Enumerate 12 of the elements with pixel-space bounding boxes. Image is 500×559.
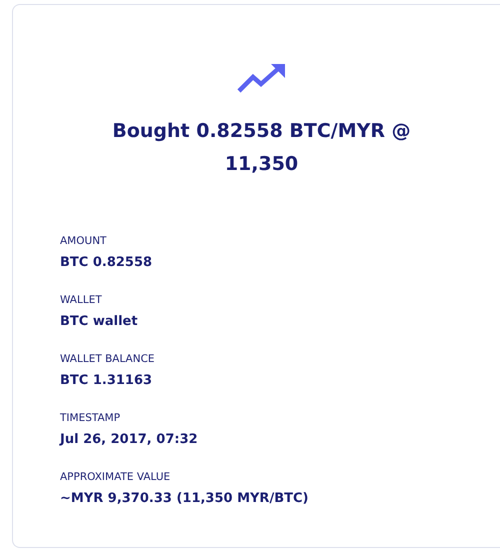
field-label: AMOUNT <box>60 235 106 247</box>
field-value: BTC 1.31163 <box>60 373 152 389</box>
trade-title: Bought 0.82558 BTC/MYR @ 11,350 <box>111 119 412 177</box>
field-value: ~MYR 9,370.33 (11,350 MYR/BTC) <box>60 491 308 507</box>
field-label: WALLET BALANCE <box>60 353 155 365</box>
field-label: TIMESTAMP <box>60 412 120 424</box>
field-value: BTC 0.82558 <box>60 255 152 271</box>
field-value: BTC wallet <box>60 314 138 330</box>
field-label: APPROXIMATE VALUE <box>60 471 170 483</box>
field-value: Jul 26, 2017, 07:32 <box>60 432 198 448</box>
trend-up-icon <box>236 63 286 93</box>
field-label: WALLET <box>60 294 102 306</box>
